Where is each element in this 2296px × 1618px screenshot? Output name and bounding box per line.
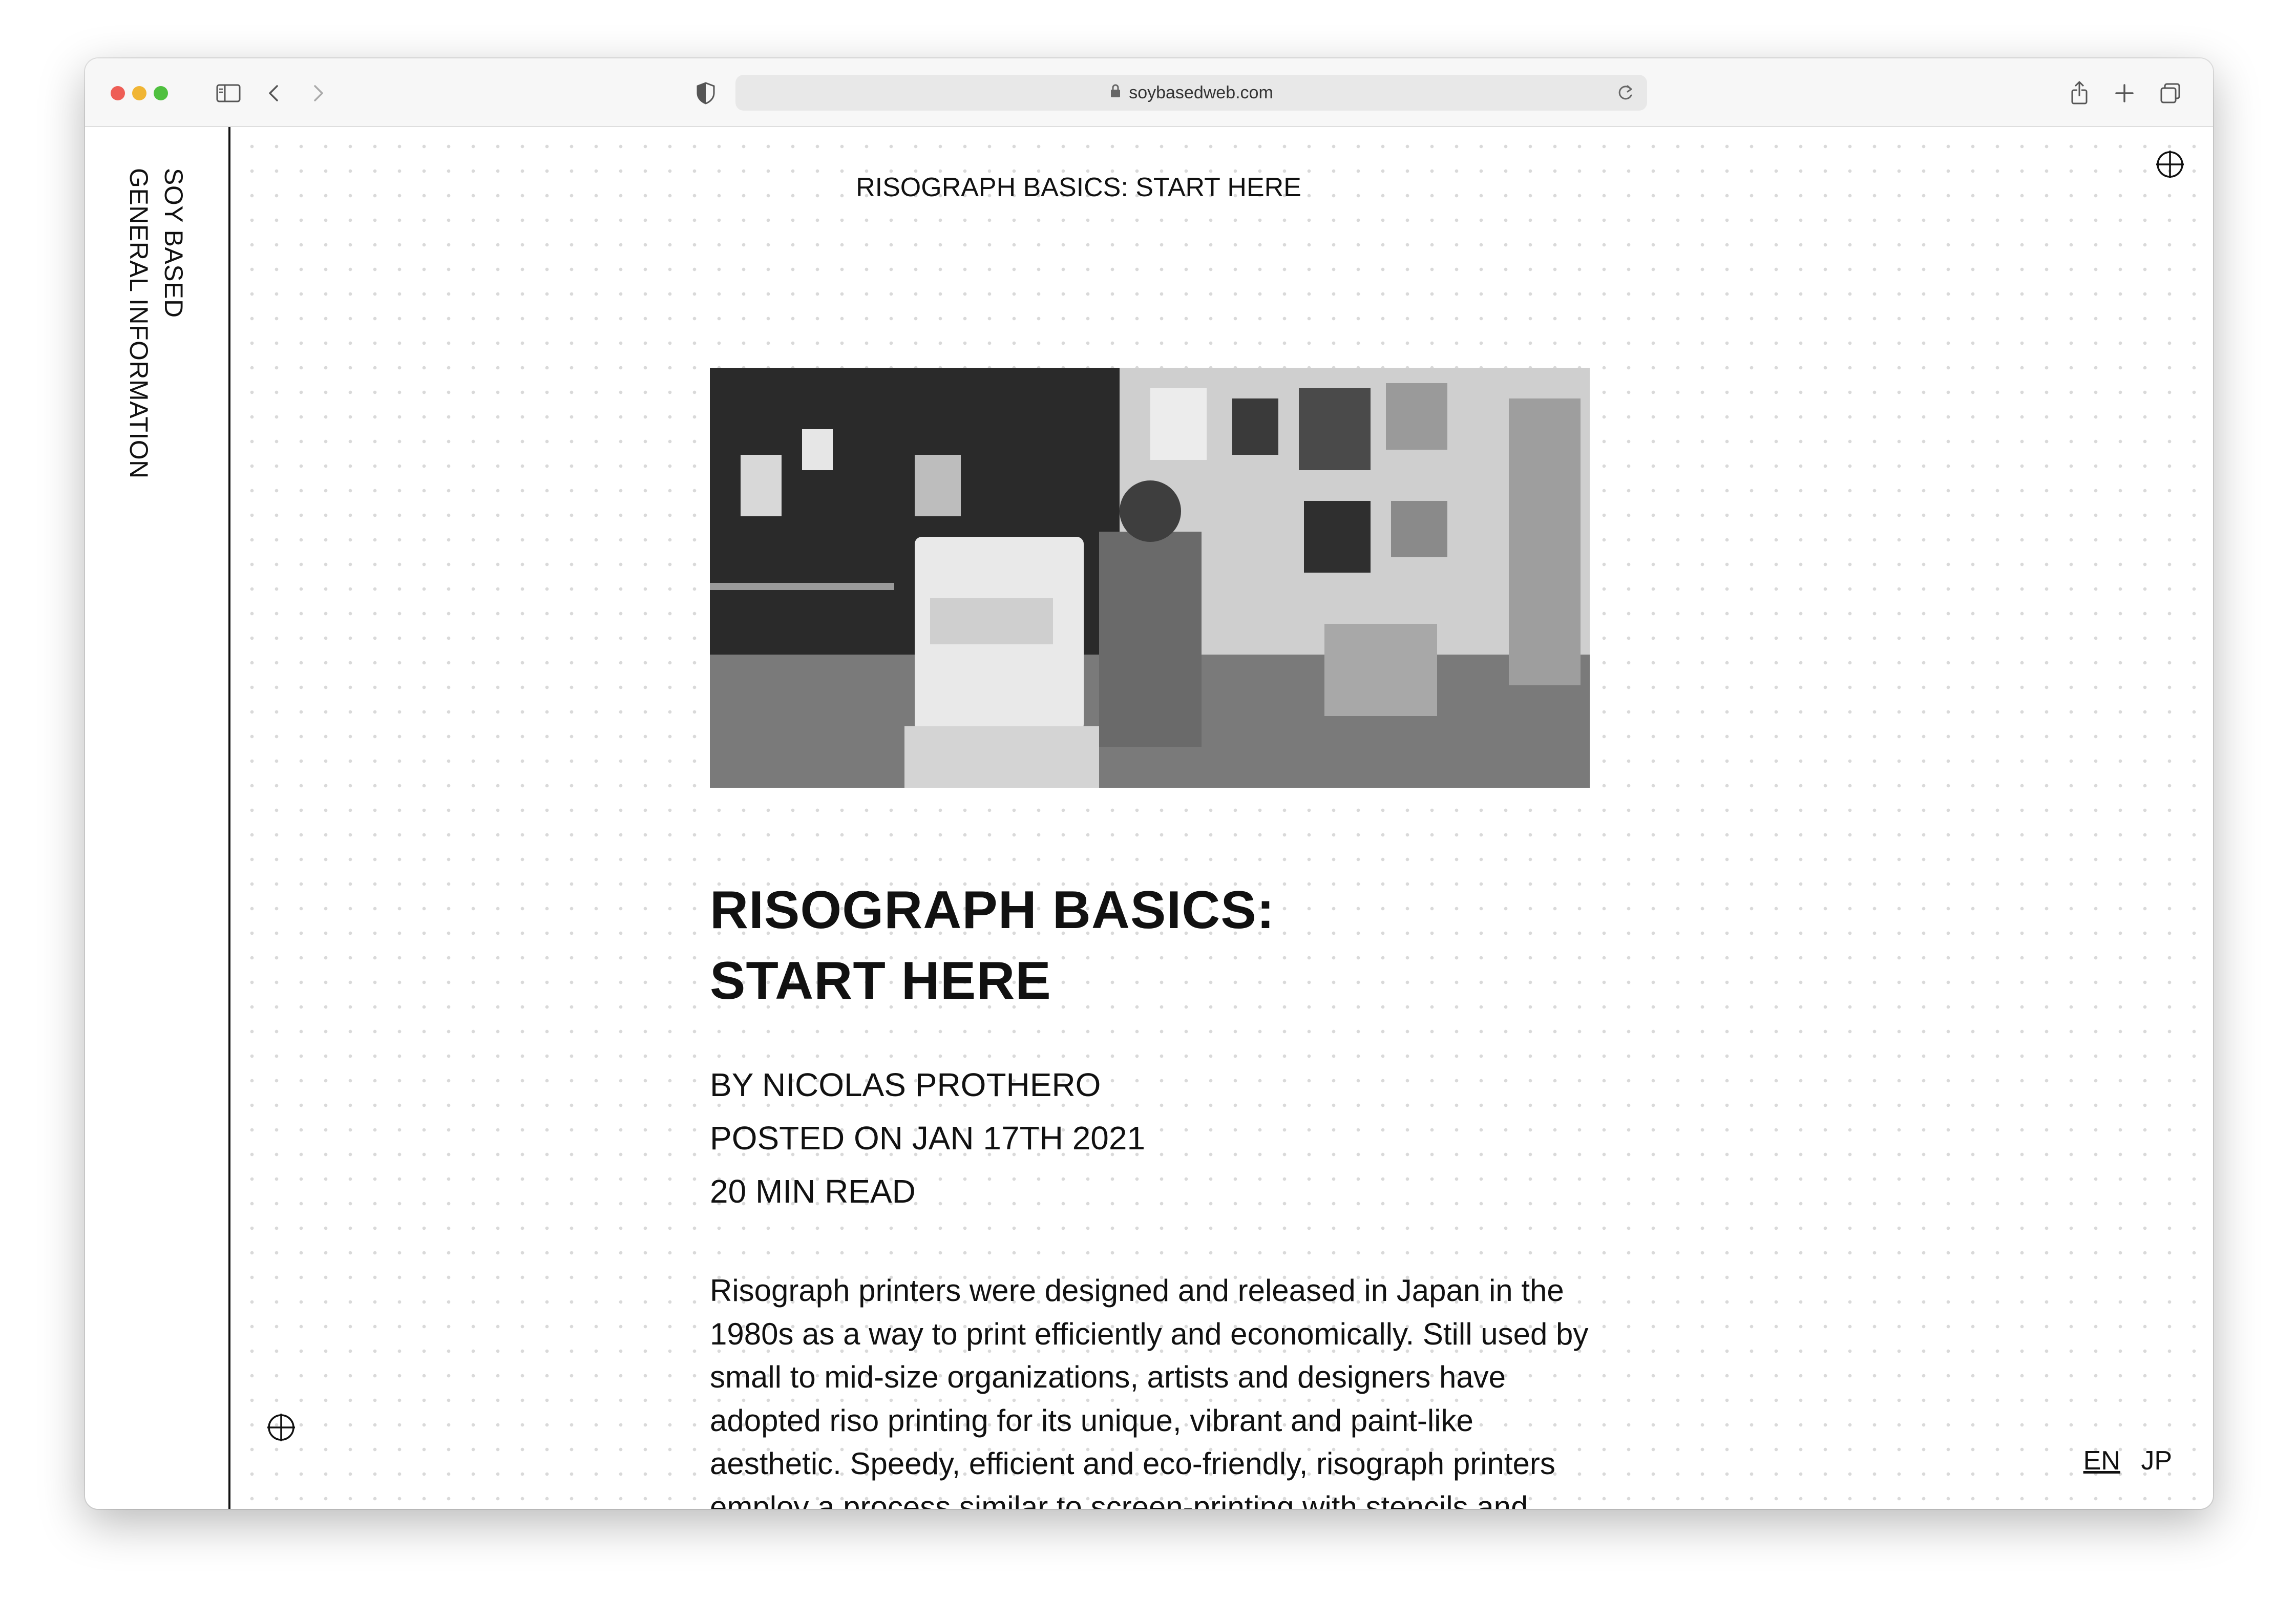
share-icon[interactable] — [2065, 79, 2094, 108]
general-information-link[interactable]: GENERAL INFORMATION — [124, 168, 153, 479]
tabs-overview-icon[interactable] — [2156, 79, 2185, 108]
crosshair-icon[interactable] — [265, 1412, 297, 1443]
article-title-line: START HERE — [710, 951, 1051, 1011]
author-byline: BY NICOLAS PROTHERO — [710, 1066, 1101, 1103]
posted-date: POSTED ON JAN 17TH 2021 — [710, 1120, 1146, 1157]
language-jp-link[interactable]: JP — [2141, 1446, 2172, 1476]
url-text: soybasedweb.com — [1129, 82, 1273, 102]
close-window-button[interactable] — [111, 86, 125, 100]
plus-icon[interactable] — [2110, 79, 2139, 108]
minimize-window-button[interactable] — [132, 86, 146, 100]
back-icon[interactable] — [260, 79, 289, 108]
reload-icon[interactable] — [1612, 80, 1638, 106]
lock-icon — [1109, 83, 1122, 103]
sidebar: SOY BASED GENERAL INFORMATION — [85, 127, 230, 1509]
read-time: 20 MIN READ — [710, 1173, 916, 1210]
article-title-line: RISOGRAPH BASICS: — [710, 880, 1275, 940]
browser-toolbar: soybasedweb.com — [85, 58, 2213, 127]
shield-icon[interactable] — [691, 79, 720, 108]
language-en-link[interactable]: EN — [2083, 1446, 2120, 1476]
brand-link[interactable]: SOY BASED — [159, 168, 188, 318]
language-switcher: EN JP — [2070, 1445, 2172, 1476]
zoom-window-button[interactable] — [154, 86, 168, 100]
browser-window: soybasedweb.com SOY BASED GENERAL INFORM… — [85, 58, 2213, 1509]
article-body: Risograph printers were designed and rel… — [710, 1273, 1589, 1509]
crosshair-icon[interactable] — [2154, 149, 2186, 180]
forward-icon[interactable] — [303, 79, 332, 108]
hero-image — [710, 368, 1590, 788]
article-title: RISOGRAPH BASICS: START HERE — [710, 875, 1632, 1016]
page-header-title: RISOGRAPH BASICS: START HERE — [856, 173, 1301, 202]
address-bar[interactable]: soybasedweb.com — [735, 75, 1647, 111]
article-meta: BY NICOLAS PROTHERO POSTED ON JAN 17TH 2… — [710, 1058, 1145, 1218]
sidebar-toggle-icon[interactable] — [214, 79, 243, 108]
page-content: SOY BASED GENERAL INFORMATION RISOGRAPH … — [85, 127, 2213, 1509]
